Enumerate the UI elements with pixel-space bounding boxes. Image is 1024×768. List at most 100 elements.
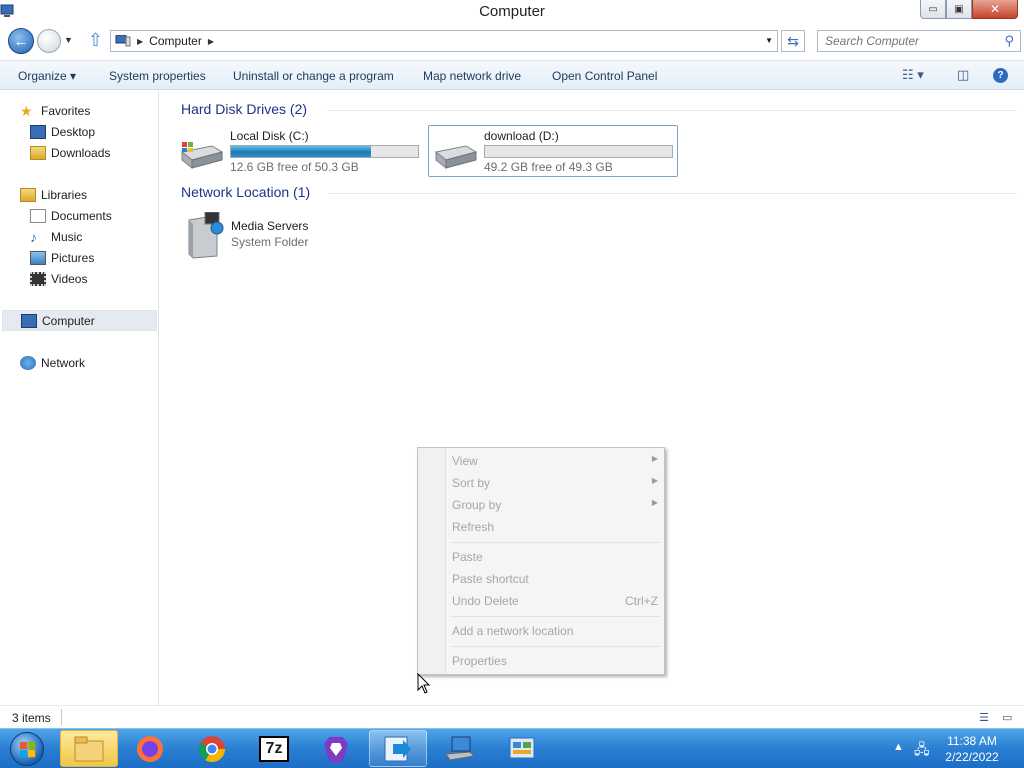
uninstall-program-button[interactable]: Uninstall or change a program (233, 69, 394, 83)
sidebar-item-network[interactable]: Network (20, 352, 85, 373)
address-bar[interactable]: ▶ Computer ▶ ▼ (110, 30, 778, 52)
submenu-arrow-icon: ▶ (651, 476, 658, 485)
minimize-button[interactable]: ▭ (920, 0, 946, 19)
breadcrumb-computer[interactable]: Computer (149, 34, 202, 48)
up-arrow-icon[interactable]: ⇧ (88, 31, 103, 49)
drive-d[interactable]: download (D:) 49.2 GB free of 49.3 GB (428, 125, 678, 177)
menu-item-properties[interactable]: Properties (452, 654, 652, 668)
sidebar-item-computer[interactable]: Computer (2, 310, 157, 331)
recent-pages-dropdown-icon[interactable]: ▼ (64, 35, 73, 45)
sidebar-item-downloads[interactable]: Downloads (30, 142, 110, 163)
sidebar-item-label: Pictures (51, 250, 95, 265)
menu-item-view[interactable]: View ▶ (452, 454, 658, 468)
media-servers-item[interactable]: Media Servers System Folder (181, 210, 381, 262)
menu-item-sort-by[interactable]: Sort by ▶ (452, 476, 658, 490)
firefox-icon (137, 735, 163, 762)
taskbar-computer-button[interactable] (431, 730, 489, 767)
breadcrumb-separator-icon[interactable]: ▶ (208, 37, 214, 46)
preview-pane-icon[interactable]: ◫ (957, 67, 969, 83)
sidebar-item-favorites[interactable]: ★ Favorites (20, 100, 90, 121)
group-divider (329, 193, 1017, 194)
computer-icon (115, 35, 131, 47)
details-view-icon[interactable]: ☰ (979, 711, 989, 724)
breadcrumb-separator-icon[interactable]: ▶ (137, 37, 143, 46)
map-network-drive-button[interactable]: Map network drive (423, 69, 521, 83)
large-icons-view-icon[interactable]: ▭ (1002, 711, 1012, 724)
drive-usage-bar (484, 145, 673, 158)
menu-item-refresh[interactable]: Refresh (452, 520, 652, 534)
search-input[interactable] (818, 31, 994, 51)
computer-icon (445, 736, 476, 761)
taskbar-explorer-button[interactable] (60, 730, 118, 767)
pictures-icon (30, 250, 46, 265)
open-control-panel-button[interactable]: Open Control Panel (552, 69, 657, 83)
taskbar-7zip-button[interactable]: 7z (245, 730, 303, 767)
network-item-type: System Folder (231, 235, 309, 249)
navigation-row: ← ▼ ⇧ ▶ Computer ▶ ▼ ⇆ ⚲ (0, 26, 1024, 58)
start-button[interactable] (2, 731, 52, 767)
network-location-header[interactable]: Network Location (1) (181, 184, 310, 200)
sidebar-item-label: Favorites (41, 103, 91, 118)
menu-item-label: View (452, 454, 478, 468)
music-icon: ♪ (30, 228, 37, 245)
clock-time: 11:38 AM (947, 734, 997, 748)
media-server-icon (188, 212, 224, 259)
network-icon (20, 355, 36, 370)
7zip-icon: 7z (259, 735, 289, 762)
menu-item-group-by[interactable]: Group by ▶ (452, 498, 658, 512)
sidebar-item-music[interactable]: ♪ Music (30, 226, 82, 247)
search-box[interactable]: ⚲ (817, 30, 1021, 52)
menu-item-add-network-location[interactable]: Add a network location (452, 624, 652, 638)
sidebar-item-libraries[interactable]: Libraries (20, 184, 87, 205)
network-tray-icon[interactable]: 🖧 (914, 739, 930, 763)
menu-item-label: Sort by (452, 476, 491, 490)
drive-c[interactable]: Local Disk (C:) 12.6 GB free of 50.3 GB (175, 126, 425, 178)
forward-button[interactable] (37, 29, 61, 53)
show-hidden-icons-icon[interactable]: ▲ (893, 741, 904, 753)
sidebar-item-label: Downloads (51, 145, 111, 160)
sidebar-item-videos[interactable]: Videos (30, 268, 87, 289)
menu-item-label: Group by (452, 498, 502, 512)
sidebar-item-label: Network (41, 355, 86, 370)
taskbar-firefox-button[interactable] (121, 730, 179, 767)
status-divider (61, 709, 62, 725)
sidebar-item-label: Libraries (41, 187, 88, 202)
sidebar-item-desktop[interactable]: Desktop (30, 121, 95, 142)
menu-item-label: Refresh (452, 520, 495, 534)
submenu-arrow-icon: ▶ (651, 498, 658, 507)
menu-separator (450, 646, 660, 647)
menu-item-shortcut: Ctrl+Z (625, 594, 658, 608)
hard-disk-drives-header[interactable]: Hard Disk Drives (2) (181, 101, 307, 117)
downloads-folder-icon (30, 145, 46, 160)
mouse-cursor-icon (417, 673, 431, 694)
menu-separator (450, 616, 660, 617)
back-button[interactable]: ← (8, 28, 34, 54)
sidebar-item-label: Documents (51, 208, 112, 223)
address-dropdown-icon[interactable]: ▼ (765, 36, 773, 45)
taskbar-clock[interactable]: 11:38 AM 2/22/2022 (930, 733, 1014, 765)
menu-icon-strip (418, 448, 446, 674)
drive-usage-fill (231, 146, 372, 157)
refresh-button[interactable]: ⇆ (781, 30, 805, 52)
drive-name: Local Disk (C:) (230, 129, 309, 143)
videos-icon (30, 271, 46, 286)
change-view-icon[interactable]: ☷ ▾ (902, 67, 924, 83)
taskbar-control-panel-button[interactable] (493, 730, 551, 767)
taskbar-app-button[interactable] (369, 730, 427, 767)
menu-item-paste-shortcut[interactable]: Paste shortcut (452, 572, 652, 586)
network-item-name: Media Servers (231, 219, 309, 233)
close-button[interactable]: ✕ (972, 0, 1018, 19)
restore-button[interactable]: ▣ (946, 0, 972, 19)
menu-item-paste[interactable]: Paste (452, 550, 652, 564)
taskbar-chrome-button[interactable] (183, 730, 241, 767)
sidebar-item-pictures[interactable]: Pictures (30, 247, 94, 268)
menu-item-undo-delete[interactable]: Undo Delete Ctrl+Z (452, 594, 658, 608)
sidebar-item-documents[interactable]: Documents (30, 205, 112, 226)
window-title: Computer (479, 3, 545, 20)
libraries-icon (20, 187, 36, 202)
system-properties-button[interactable]: System properties (109, 69, 206, 83)
help-icon[interactable]: ? (993, 68, 1008, 83)
taskbar-brave-button[interactable] (307, 730, 365, 767)
search-icon[interactable]: ⚲ (1004, 33, 1014, 49)
organize-button[interactable]: Organize ▾ (18, 69, 76, 83)
